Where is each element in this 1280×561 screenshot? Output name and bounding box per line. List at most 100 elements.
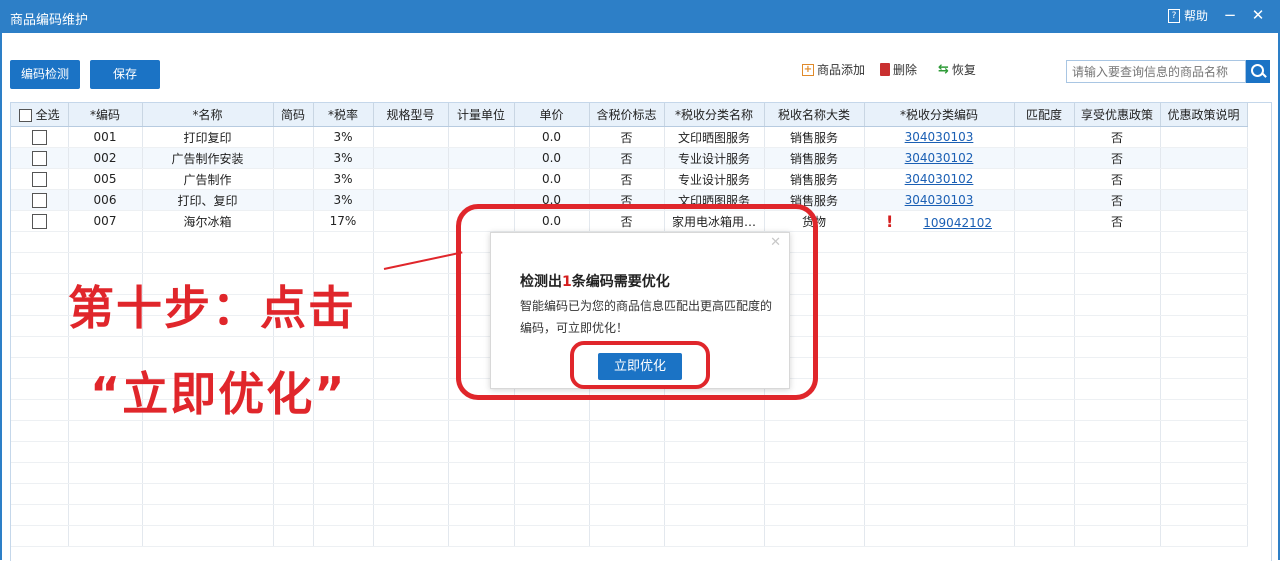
cell-cat-code[interactable]: 304030102 — [864, 147, 1015, 169]
row-checkbox[interactable] — [31, 129, 47, 145]
cell-pref-note[interactable] — [1160, 147, 1248, 169]
column-header[interactable]: 享受优惠政策 — [1074, 103, 1161, 127]
cell-short[interactable] — [273, 210, 314, 232]
cell-pref-note[interactable] — [1160, 126, 1248, 148]
delete-button[interactable]: 删除 — [880, 61, 917, 78]
row-checkbox-cell[interactable] — [11, 126, 69, 148]
column-header[interactable]: *税率 — [313, 103, 374, 127]
popup-close-icon[interactable]: ✕ — [770, 235, 781, 250]
tax-code-link[interactable]: 304030103 — [905, 130, 974, 144]
cell-code[interactable]: 002 — [68, 147, 143, 169]
cell-name[interactable]: 打印、复印 — [142, 189, 274, 211]
cell-short[interactable] — [273, 168, 314, 190]
cell-tax-incl[interactable]: 否 — [589, 126, 665, 148]
table-row[interactable]: 002 广告制作安装 3% 0.0 否专业设计服务 销售服务 304030102 否 — [11, 147, 1248, 169]
cell-pref-note[interactable] — [1160, 189, 1248, 211]
cell-name[interactable]: 打印复印 — [142, 126, 274, 148]
minimize-button[interactable]: − — [1220, 5, 1240, 25]
column-header[interactable]: *税收分类名称 — [664, 103, 765, 127]
cell-code[interactable]: 001 — [68, 126, 143, 148]
cell-match[interactable] — [1014, 189, 1075, 211]
row-checkbox[interactable] — [31, 192, 47, 208]
column-header[interactable]: 简码 — [273, 103, 314, 127]
row-checkbox-cell[interactable] — [11, 189, 69, 211]
column-header[interactable]: 含税价标志 — [589, 103, 665, 127]
cell-cat-code[interactable]: 304030103 — [864, 189, 1015, 211]
cell-short[interactable] — [273, 126, 314, 148]
cell-spec[interactable] — [373, 168, 449, 190]
cell-price[interactable]: 0.0 — [514, 168, 590, 190]
cell-cat-major[interactable]: 销售服务 — [764, 168, 865, 190]
cell-rate[interactable]: 3% — [313, 147, 374, 169]
column-select-all[interactable]: 全选 — [11, 103, 69, 127]
cell-cat-name[interactable]: 专业设计服务 — [664, 168, 765, 190]
cell-code[interactable]: 005 — [68, 168, 143, 190]
cell-rate[interactable]: 3% — [313, 168, 374, 190]
tax-code-link[interactable]: 304030103 — [905, 193, 974, 207]
search-button[interactable] — [1246, 60, 1270, 83]
add-product-button[interactable]: + 商品添加 — [802, 61, 865, 78]
column-header[interactable]: 单价 — [514, 103, 590, 127]
cell-unit[interactable] — [448, 168, 515, 190]
cell-code[interactable]: 006 — [68, 189, 143, 211]
column-header[interactable]: 优惠政策说明 — [1160, 103, 1248, 127]
cell-preferential[interactable]: 否 — [1074, 210, 1161, 232]
cell-unit[interactable] — [448, 126, 515, 148]
save-button[interactable]: 保存 — [90, 60, 160, 89]
cell-code[interactable]: 007 — [68, 210, 143, 232]
cell-rate[interactable]: 3% — [313, 126, 374, 148]
cell-preferential[interactable]: 否 — [1074, 126, 1161, 148]
restore-button[interactable]: ⇆ 恢复 — [938, 61, 976, 78]
cell-rate[interactable]: 3% — [313, 189, 374, 211]
cell-name[interactable]: 海尔冰箱 — [142, 210, 274, 232]
table-row[interactable]: 005 广告制作 3% 0.0 否专业设计服务 销售服务 304030102 否 — [11, 168, 1248, 190]
cell-match[interactable] — [1014, 168, 1075, 190]
row-checkbox-cell[interactable] — [11, 210, 69, 232]
cell-pref-note[interactable] — [1160, 168, 1248, 190]
tax-code-link[interactable]: 109042102 — [923, 216, 992, 230]
tax-code-link[interactable]: 304030102 — [905, 172, 974, 186]
cell-cat-code[interactable]: ! 109042102 — [864, 210, 1015, 232]
row-checkbox[interactable] — [31, 171, 47, 187]
cell-match[interactable] — [1014, 147, 1075, 169]
cell-short[interactable] — [273, 147, 314, 169]
cell-tax-incl[interactable]: 否 — [589, 147, 665, 169]
cell-preferential[interactable]: 否 — [1074, 168, 1161, 190]
tax-code-link[interactable]: 304030102 — [905, 151, 974, 165]
cell-spec[interactable] — [373, 210, 449, 232]
column-header[interactable]: 计量单位 — [448, 103, 515, 127]
cell-cat-code[interactable]: 304030103 — [864, 126, 1015, 148]
cell-short[interactable] — [273, 189, 314, 211]
cell-spec[interactable] — [373, 189, 449, 211]
column-header[interactable]: 规格型号 — [373, 103, 449, 127]
cell-name[interactable]: 广告制作安装 — [142, 147, 274, 169]
cell-cat-major[interactable]: 销售服务 — [764, 126, 865, 148]
table-row[interactable]: 001 打印复印 3% 0.0 否文印晒图服务 销售服务 304030103 否 — [11, 126, 1248, 148]
cell-cat-major[interactable]: 销售服务 — [764, 147, 865, 169]
cell-rate[interactable]: 17% — [313, 210, 374, 232]
cell-spec[interactable] — [373, 147, 449, 169]
close-window-button[interactable]: ✕ — [1248, 5, 1268, 25]
select-all-checkbox[interactable] — [18, 109, 32, 122]
cell-preferential[interactable]: 否 — [1074, 189, 1161, 211]
cell-cat-code[interactable]: 304030102 — [864, 168, 1015, 190]
code-check-button[interactable]: 编码检测 — [10, 60, 80, 89]
cell-name[interactable]: 广告制作 — [142, 168, 274, 190]
row-checkbox-cell[interactable] — [11, 168, 69, 190]
column-header[interactable]: 匹配度 — [1014, 103, 1075, 127]
row-checkbox[interactable] — [31, 213, 47, 229]
column-header[interactable]: 税收名称大类 — [764, 103, 865, 127]
column-header[interactable]: *编码 — [68, 103, 143, 127]
cell-unit[interactable] — [448, 147, 515, 169]
cell-match[interactable] — [1014, 126, 1075, 148]
cell-pref-note[interactable] — [1160, 210, 1248, 232]
column-header[interactable]: *名称 — [142, 103, 274, 127]
column-header[interactable]: *税收分类编码 — [864, 103, 1015, 127]
cell-cat-name[interactable]: 专业设计服务 — [664, 147, 765, 169]
cell-match[interactable] — [1014, 210, 1075, 232]
help-button[interactable]: ? 帮助 — [1167, 7, 1208, 24]
search-input[interactable] — [1066, 60, 1246, 83]
cell-spec[interactable] — [373, 126, 449, 148]
row-checkbox-cell[interactable] — [11, 147, 69, 169]
row-checkbox[interactable] — [31, 150, 47, 166]
